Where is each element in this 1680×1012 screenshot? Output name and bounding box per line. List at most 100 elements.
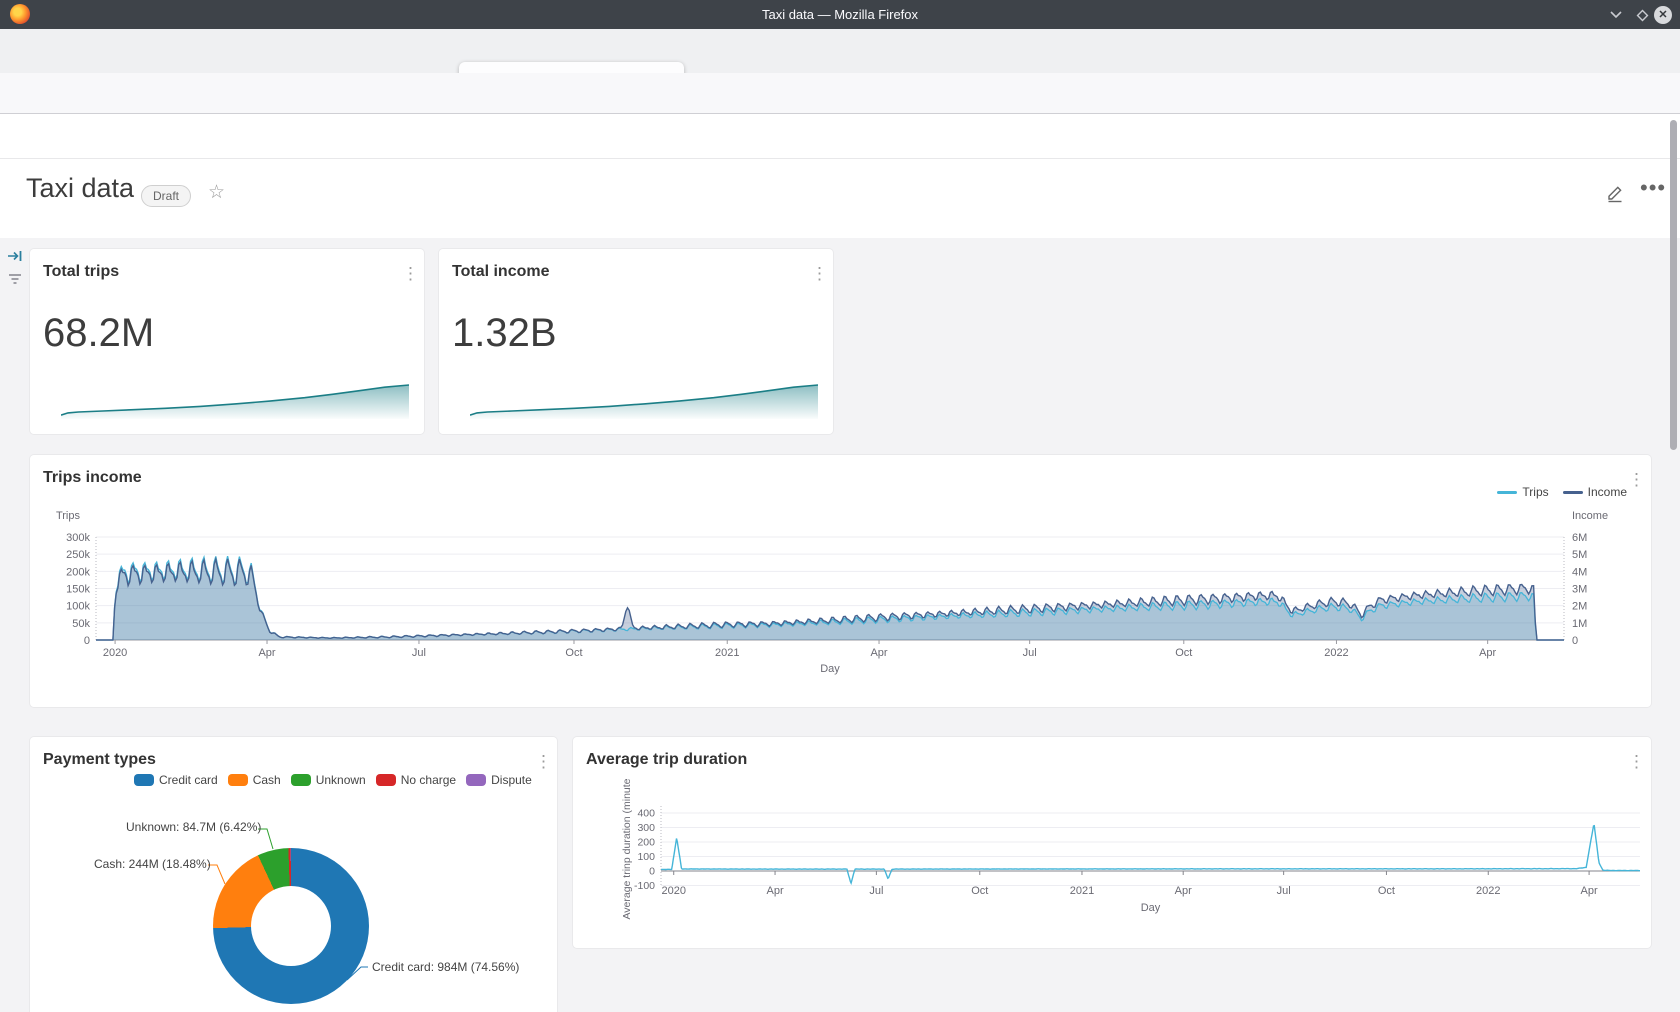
status-badge: Draft [141, 185, 191, 207]
svg-text:Apr: Apr [1479, 647, 1496, 659]
chevron-down-icon [1609, 10, 1623, 20]
svg-text:Average trinp duration (minute: Average trinp duration (minute [621, 778, 633, 919]
svg-text:Apr: Apr [258, 647, 275, 659]
superset-navbar: ∞ Superset DashboardsChartsSQL Lab▾Data▾… [0, 114, 1680, 159]
card-title: Total trips [43, 263, 119, 281]
svg-text:4M: 4M [1572, 566, 1587, 578]
dashboard-body: Total trips ⋮ 68.2M Total income ⋮ 1.32B… [0, 238, 1680, 1012]
svg-text:Trips: Trips [56, 510, 81, 522]
close-icon: ✕ [1654, 6, 1672, 24]
page-title: Taxi data [26, 173, 134, 204]
card-title: Average trip duration [586, 751, 747, 769]
svg-text:250k: 250k [66, 549, 90, 561]
svg-text:300k: 300k [66, 532, 90, 544]
svg-text:2020: 2020 [103, 647, 127, 659]
card-title: Trips income [43, 469, 142, 487]
browser-toolbar: ← → 172.18.0.4:32295/superset/dashboard/… [0, 73, 1680, 114]
svg-text:6M: 6M [1572, 532, 1587, 544]
svg-text:100: 100 [637, 851, 655, 863]
trips-sparkline-chart[interactable] [61, 381, 409, 421]
legend-item-credit-card[interactable]: Credit card [134, 773, 218, 787]
svg-text:2021: 2021 [715, 647, 739, 659]
browser-window: Taxi data — Mozilla Firefox ✕ MinIO Cons… [0, 0, 1680, 1012]
svg-text:0: 0 [649, 866, 655, 878]
svg-text:0: 0 [1572, 635, 1578, 647]
edit-dashboard-button[interactable] [1605, 183, 1625, 203]
kebab-menu-icon[interactable]: ⋮ [1628, 471, 1645, 488]
svg-text:Income: Income [1572, 510, 1608, 522]
svg-text:Apr: Apr [1175, 885, 1192, 897]
more-options-icon[interactable]: ••• [1640, 175, 1666, 201]
svg-text:0: 0 [84, 635, 90, 647]
expand-filter-bar-icon[interactable] [7, 248, 23, 264]
scrollbar-thumb[interactable] [1670, 120, 1677, 450]
kebab-menu-icon[interactable]: ⋮ [535, 753, 552, 770]
svg-text:Oct: Oct [971, 885, 988, 897]
legend-item-income[interactable]: Income [1563, 485, 1627, 499]
payment-types-card: Payment types ⋮ Credit card Cash Unknown No… [30, 737, 557, 1012]
diamond-icon [1635, 8, 1649, 22]
total-trips-card: Total trips ⋮ 68.2M [30, 249, 424, 434]
callout-label-credit-card: Credit card: 984M (74.56%) [372, 960, 519, 974]
legend-item-no-charge[interactable]: No charge [376, 773, 456, 787]
callout-label-cash: Cash: 244M (18.48%) [94, 857, 211, 871]
pie-legend[interactable]: Credit card Cash Unknown No charge Dispute [134, 773, 532, 787]
total-income-value: 1.32B [452, 311, 557, 356]
close-button[interactable]: ✕ [1650, 0, 1676, 29]
svg-text:1M: 1M [1572, 618, 1587, 630]
kebab-menu-icon[interactable]: ⋮ [811, 265, 828, 282]
svg-text:2020: 2020 [661, 885, 685, 897]
svg-text:Day: Day [820, 663, 840, 675]
svg-text:Oct: Oct [1378, 885, 1395, 897]
svg-text:300: 300 [637, 822, 655, 834]
svg-text:2M: 2M [1572, 601, 1587, 613]
legend-item-trips[interactable]: Trips [1497, 485, 1548, 499]
svg-text:Day: Day [1141, 902, 1161, 914]
chart-legend[interactable]: Trips Income [1497, 485, 1627, 499]
svg-text:Apr: Apr [1581, 885, 1598, 897]
card-title: Total income [452, 263, 550, 281]
svg-text:2022: 2022 [1324, 647, 1348, 659]
svg-text:Apr: Apr [766, 885, 783, 897]
svg-text:Jul: Jul [869, 885, 883, 897]
svg-text:3M: 3M [1572, 584, 1587, 596]
svg-text:200k: 200k [66, 566, 90, 578]
svg-text:2021: 2021 [1070, 885, 1094, 897]
svg-text:5M: 5M [1572, 549, 1587, 561]
donut-hole [251, 886, 331, 966]
total-income-card: Total income ⋮ 1.32B [439, 249, 833, 434]
kebab-menu-icon[interactable]: ⋮ [402, 265, 419, 282]
svg-text:-100: -100 [634, 880, 655, 892]
card-title: Payment types [43, 751, 156, 769]
legend-item-unknown[interactable]: Unknown [291, 773, 366, 787]
svg-text:Oct: Oct [565, 647, 582, 659]
svg-text:Jul: Jul [1023, 647, 1037, 659]
svg-text:50k: 50k [72, 618, 90, 630]
svg-text:150k: 150k [66, 584, 90, 596]
svg-text:Jul: Jul [412, 647, 426, 659]
kebab-menu-icon[interactable]: ⋮ [1628, 753, 1645, 770]
svg-text:Oct: Oct [1175, 647, 1192, 659]
trips-income-chart[interactable]: 300k6M250k5M200k4M150k3M100k2M50k1M00Tri… [30, 455, 1651, 707]
svg-text:100k: 100k [66, 601, 90, 613]
svg-text:200: 200 [637, 837, 655, 849]
legend-item-cash[interactable]: Cash [228, 773, 281, 787]
callout-label-unknown: Unknown: 84.7M (6.42%) [126, 820, 261, 834]
avg-trip-duration-card: Average trip duration ⋮ 400 300 200 100 0 -10… [573, 737, 1651, 948]
svg-text:2022: 2022 [1476, 885, 1500, 897]
total-trips-value: 68.2M [43, 311, 154, 356]
trips-income-card: Trips income ⋮ Trips Income 300k 6M 250k 5M 2… [30, 455, 1651, 707]
income-sparkline-chart[interactable] [470, 381, 818, 421]
tab-bar: MinIO Console✕Cluster Overview - Trino✕∞… [0, 29, 1680, 73]
svg-text:Jul: Jul [1277, 885, 1291, 897]
pencil-icon [1605, 183, 1625, 203]
legend-item-dispute[interactable]: Dispute [466, 773, 532, 787]
titlebar: Taxi data — Mozilla Firefox ✕ [0, 0, 1680, 29]
filter-icon[interactable] [7, 272, 23, 286]
svg-text:Apr: Apr [870, 647, 887, 659]
window-title: Taxi data — Mozilla Firefox [0, 0, 1680, 29]
minimize-button[interactable] [1603, 0, 1629, 29]
dashboard-header: Taxi data Draft ☆ ••• [0, 159, 1680, 238]
favorite-star-icon[interactable]: ☆ [208, 181, 225, 204]
svg-text:400: 400 [637, 808, 655, 820]
